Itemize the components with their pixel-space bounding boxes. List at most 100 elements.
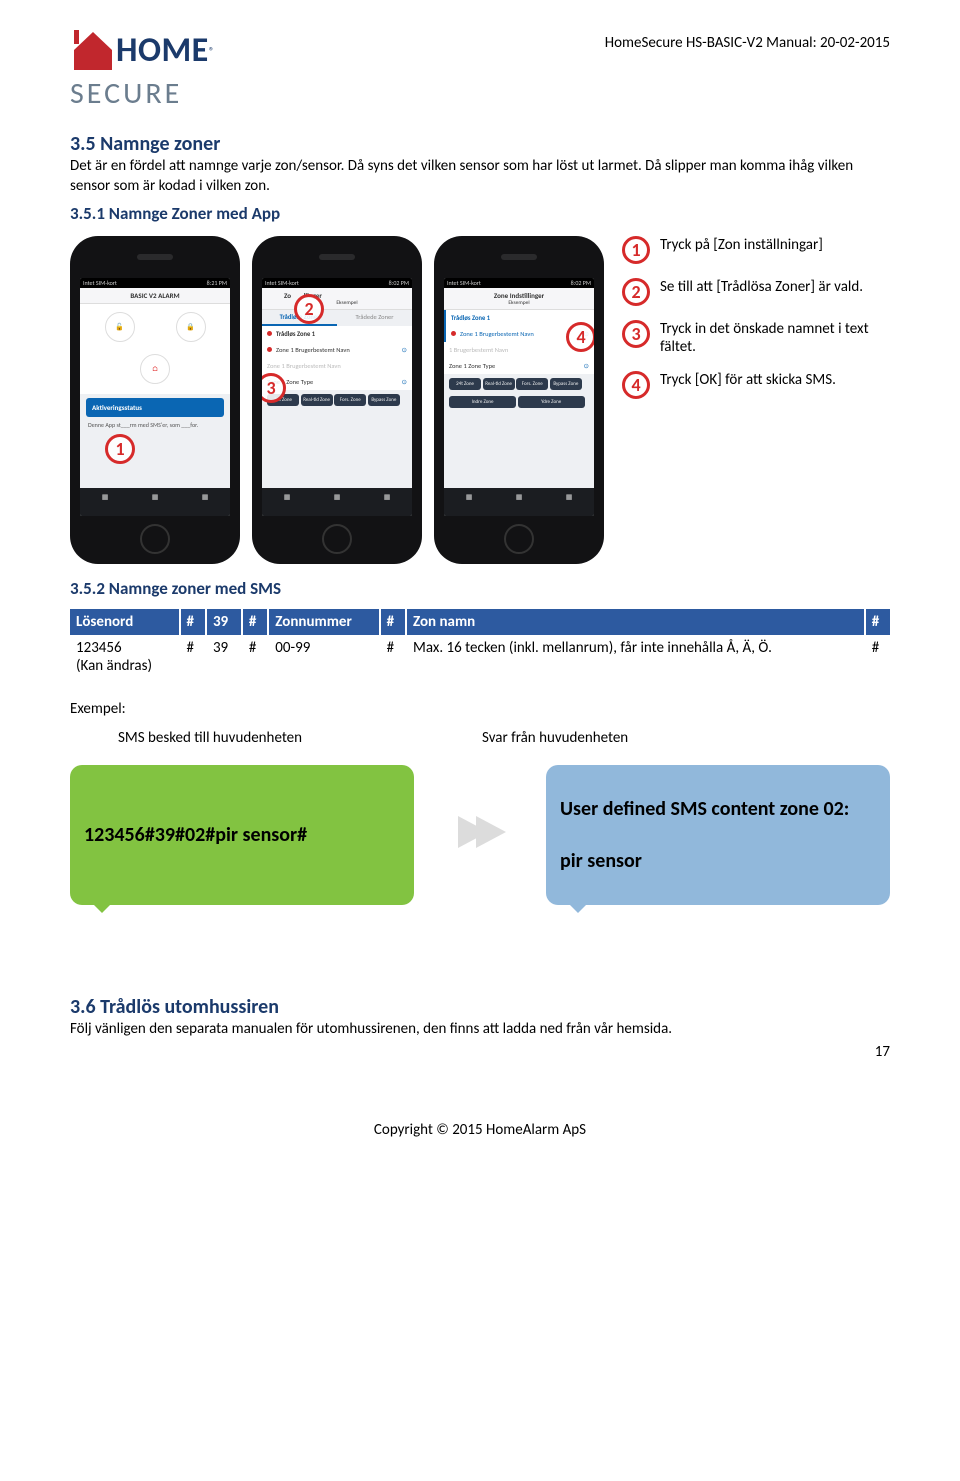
unlock-icon: 🔓 [105,312,135,342]
status-subtext: Denne App st___rm med SMS'er, som ___for… [86,417,224,433]
sms-reply-line2: pir sensor [560,849,642,873]
th-hash: # [865,609,890,635]
screen-title: BASIC V2 ALARM [80,288,230,304]
zone-tile: 24t Zone [449,378,481,390]
carrier: Intet SIM-kort [447,279,481,287]
sms-request-text: 123456#39#02#pir sensor# [84,823,307,847]
th-zonenum: Zonnummer [268,609,379,635]
callout-2: 2 [294,294,324,324]
heading-3-6: 3.6 Trådlös utomhussiren [70,995,890,1019]
tabbar-icon: ▦ [557,492,581,512]
copyright-footer: Copyright © 2015 HomeAlarm ApS [70,1121,890,1139]
td: # [865,635,890,679]
carrier: Intet SIM-kort [83,279,117,287]
carrier: Intet SIM-kort [265,279,299,287]
logo-text-bottom: SECURE [70,75,214,112]
example-label: Exempel: [70,699,890,719]
step-text: Tryck in det önskade namnet i text fälte… [660,320,890,358]
tabbar-icon: ▦ [457,492,481,512]
step-2: 2 Se till att [Trådlösa Zoner] är vald. [622,278,890,306]
clock: 8:02 PM [389,279,409,287]
nav-back: Zo [284,291,291,300]
td: 39 [206,635,242,679]
logo: HOME ® SECURE [70,26,214,112]
step-1: 1 Tryck på [Zon inställningar] [622,236,890,264]
tabbar-icon: ▦ [93,492,117,512]
td: 00-99 [268,635,379,679]
heading-3-5: 3.5 Namnge zoner [70,132,890,156]
registered-mark: ® [209,45,215,58]
placeholder: 1 Brugerbestemt Navn [449,346,508,354]
th-hash: # [180,609,206,635]
zone-name-field: Zone 1 Brugerbestemt Navn [276,346,350,354]
td: # [242,635,268,679]
th-hash: # [380,609,406,635]
zone-tile: Bypass Zone [368,394,400,406]
zone-tile: Bypass Zone [550,378,582,390]
step-text: Tryck på [Zon inställningar] [660,236,823,264]
step-4: 4 Tryck [OK] för att skicka SMS. [622,371,890,399]
tabbar-icon: ▦ [193,492,217,512]
sms-reply-line1: User defined SMS content zone 02: [560,797,849,821]
step-number: 3 [622,320,650,348]
tabbar-icon: ▦ [143,492,167,512]
zone-tile: Ydre Zone [518,396,585,408]
body-3-5: Det är en fördel att namnge varje zon/se… [70,156,890,197]
phones-and-steps: Intet SIM-kort 8:21 PM BASIC V2 ALARM 🔓 🔒… [70,236,890,564]
tabbar-icon: ▦ [275,492,299,512]
page-number: 17 [70,1043,890,1061]
tabbar-icon: ▦ [507,492,531,512]
tab-wired: Trådede Zoner [337,310,412,326]
logo-text-top: HOME [116,36,209,67]
activation-status-tile: Aktiveringsstatus [86,398,224,417]
step-number: 4 [622,371,650,399]
lock-icon: 🔒 [176,312,206,342]
step-number: 1 [622,236,650,264]
step-text: Tryck [OK] för att skicka SMS. [660,371,836,399]
steps-list: 1 Tryck på [Zon inställningar] 2 Se till a… [616,236,890,400]
zone-tile: Real-tid Zone [483,378,515,390]
sms-request-bubble: 123456#39#02#pir sensor# [70,765,414,905]
callout-1: 1 [105,434,135,464]
nav-sub: Eksempel [446,300,592,306]
zone-tile: Indre Zone [449,396,516,408]
th-password: Lösenord [70,609,180,635]
th-zonename: Zon namn [406,609,865,635]
phone-screenshot-2: Intet SIM-kort8:02 PM Zo llingerEksempel… [252,236,422,564]
td: # [380,635,406,679]
sms-command-table: Lösenord # 39 # Zonnummer # Zon namn # 1… [70,609,890,679]
sms-reply-bubble: User defined SMS content zone 02: pir se… [546,765,890,905]
home-icon: ⌂ [140,354,170,384]
table-row: 123456 (Kan ändras) # 39 # 00-99 # Max. … [70,635,890,679]
example-right-label: Svar från huvudenheten [482,729,628,747]
step-3: 3 Tryck in det önskade namnet i text fält… [622,320,890,358]
callout-4: 4 [566,322,594,352]
example-left-label: SMS besked till huvudenheten [118,729,302,747]
document-title: HomeSecure HS-BASIC-V2 Manual: 20-02-201… [605,34,890,52]
body-3-6: Följ vänligen den separata manualen för … [70,1019,890,1039]
heading-3-5-1: 3.5.1 Namnge Zoner med App [70,203,890,224]
zone-name-field: Zone 1 Brugerbestemt Navn [460,330,534,338]
zone-row: Trådløs Zone 1 [276,330,315,338]
td: # [180,635,206,679]
house-icon [70,26,116,77]
td: 123456 (Kan ändras) [70,635,180,679]
page-header: HOME ® SECURE HomeSecure HS-BASIC-V2 Man… [70,0,890,112]
nav-title: Zone Indstillinger [494,291,544,300]
tabbar-icon: ▦ [375,492,399,512]
sms-bubbles: 123456#39#02#pir sensor# User defined SM… [70,765,890,905]
zone-type-row: Zone 1 Zone Type [449,362,495,370]
phone-screenshot-1: Intet SIM-kort 8:21 PM BASIC V2 ALARM 🔓 🔒… [70,236,240,564]
td: Max. 16 tecken (inkl. mellanrum), får in… [406,635,865,679]
th-code: 39 [206,609,242,635]
zone-tile: Real-tid Zone [301,394,333,406]
heading-3-5-2: 3.5.2 Namnge zoner med SMS [70,578,890,599]
arrow-icon [450,802,510,867]
clock: 8:21 PM [207,279,227,287]
step-number: 2 [622,278,650,306]
zone-tile: Fors. Zone [516,378,548,390]
zone-tile: Fors. Zone [334,394,366,406]
step-text: Se till att [Trådlösa Zoner] är vald. [660,278,863,306]
th-hash: # [242,609,268,635]
clock: 8:02 PM [571,279,591,287]
